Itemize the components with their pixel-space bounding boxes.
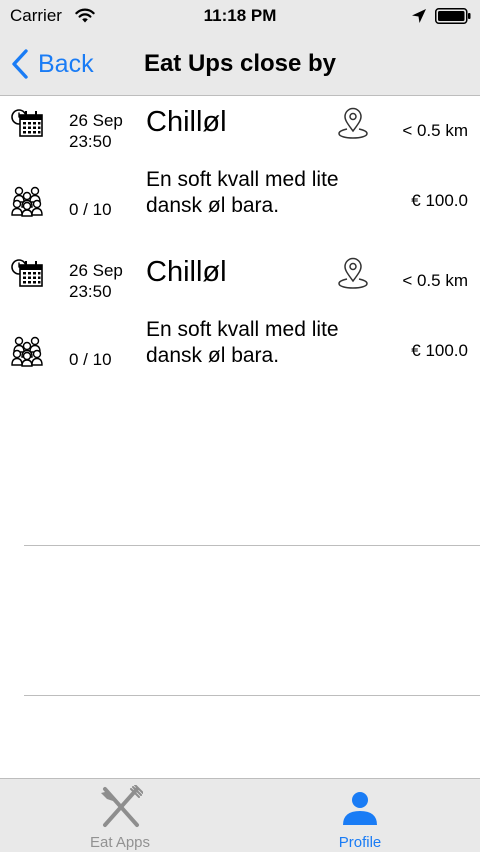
map-pin-icon: [338, 257, 368, 289]
map-pin-icon: [338, 107, 368, 139]
event-distance: < 0.5 km: [402, 121, 468, 140]
status-bar: Carrier 11:18 PM: [0, 0, 480, 32]
group-people-icon: [11, 186, 43, 217]
event-title: Chilløl: [146, 106, 227, 138]
event-time: 23:50: [69, 132, 112, 151]
calendar-clock-icon: [11, 259, 43, 287]
event-time: 23:50: [69, 282, 112, 301]
battery-icon: [435, 8, 471, 24]
page-title: Eat Ups close by: [143, 50, 337, 77]
event-price: € 100.0: [411, 341, 468, 360]
tab-bar: Eat Apps Profile: [0, 778, 480, 852]
tab-eat-apps[interactable]: Eat Apps: [0, 779, 240, 852]
event-description: En soft kvall med lite dansk øl bara.: [146, 168, 339, 217]
event-row[interactable]: 26 Sep 23:50 Chilløl < 0.5 km 0 / 10 En …: [0, 96, 480, 246]
tab-profile[interactable]: Profile: [240, 779, 480, 852]
person-icon: [343, 792, 377, 825]
row-separator: [24, 695, 480, 696]
location-arrow-icon: [412, 9, 426, 23]
calendar-clock-icon: [11, 109, 43, 137]
clock-time: 11:18 PM: [203, 6, 277, 25]
event-title: Chilløl: [146, 256, 227, 288]
event-capacity: 0 / 10: [69, 350, 112, 369]
event-list: 26 Sep 23:50 Chilløl < 0.5 km 0 / 10 En …: [0, 96, 480, 396]
event-distance: < 0.5 km: [402, 271, 468, 290]
event-price: € 100.0: [411, 191, 468, 210]
event-datetime: 26 Sep 23:50: [69, 260, 143, 302]
event-capacity: 0 / 10: [69, 200, 112, 219]
tab-label: Eat Apps: [89, 834, 151, 851]
event-date: 26 Sep: [69, 111, 123, 130]
fork-knife-icon: [101, 785, 143, 827]
navigation-bar: Back Eat Ups close by: [0, 32, 480, 96]
group-people-icon: [11, 336, 43, 367]
row-separator: [24, 545, 480, 546]
event-row[interactable]: 26 Sep 23:50 Chilløl < 0.5 km 0 / 10 En …: [0, 246, 480, 396]
event-datetime: 26 Sep 23:50: [69, 110, 143, 152]
event-date: 26 Sep: [69, 261, 123, 280]
tab-label: Profile: [338, 834, 382, 851]
event-description: En soft kvall med lite dansk øl bara.: [146, 318, 339, 367]
